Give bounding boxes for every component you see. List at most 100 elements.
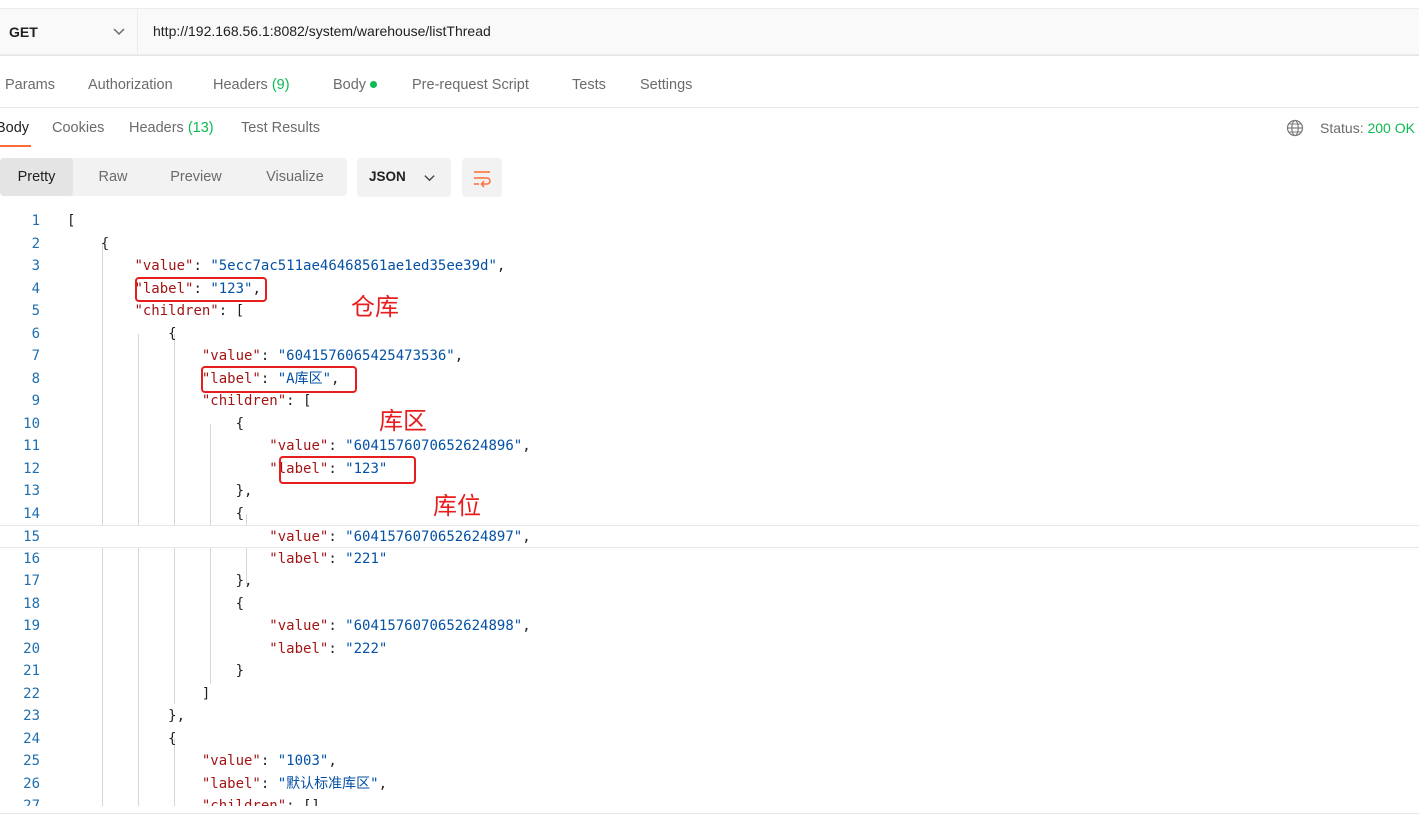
method-select[interactable]: GET [0,8,138,55]
request-tabs: Params Authorization Headers (9) Body Pr… [0,64,1419,108]
line-number: 14 [23,505,40,522]
status-value: 200 OK [1367,120,1415,136]
json-value: "5ecc7ac511ae46468561ae1ed35ee39d" [210,258,497,274]
code-line: 11 "value": "6041576070652624896", [0,435,1419,458]
json-value: "1003" [277,753,329,769]
line-number: 19 [23,618,40,634]
wrap-lines-button[interactable] [462,158,502,197]
code-text: "value": "6041576070652624897", [269,529,531,545]
tab-headers-label: Headers [213,77,268,93]
tab-settings-label: Settings [640,77,693,93]
response-tab-test-results[interactable]: Test Results [241,120,320,136]
tab-body[interactable]: Body [333,77,378,93]
code-text: ] [67,685,211,702]
chevron-down-icon [113,28,125,36]
json-value: "6041576070652624897" [345,529,523,545]
line-number: 11 [23,438,40,454]
code-line: 12 "label": "123" [0,458,1419,481]
json-key: "label" [269,550,329,567]
tab-params[interactable]: Params [5,77,55,93]
line-number: 25 [23,753,40,769]
chevron-down-icon [424,175,435,182]
response-tab-headers[interactable]: Headers (13) [129,120,214,136]
response-tab-headers-label: Headers [129,120,184,136]
status-label: Status: [1320,120,1364,136]
code-line: 25 "value": "1003", [0,750,1419,773]
code-text: { [67,505,245,522]
annotation-zone: 库区 [379,407,427,435]
code-text: "children": [ [201,393,312,409]
annotation-box-warehouse [135,277,267,302]
response-status[interactable]: Status: 200 OK [1320,120,1415,136]
code-text: "children": [ [134,303,245,319]
code-text: "value": "1003", [201,753,337,769]
view-pretty-button[interactable]: Pretty [0,158,73,196]
code-line: 19 "value": "6041576070652624898", [0,615,1419,638]
code-text: "value": "6041576070652624898", [269,618,531,634]
json-key: "label" [201,775,261,792]
line-number: 15 [23,529,40,545]
code-text: { [67,325,177,342]
line-number: 5 [31,303,40,319]
code-line: 27 "children": [] [0,795,1419,806]
code-text: { [67,235,110,252]
code-line: 3 "value": "5ecc7ac511ae46468561ae1ed35e… [0,255,1419,278]
code-line: 14 { [0,503,1419,526]
code-line: 1[ [0,210,1419,233]
json-bracket: [ [303,393,312,409]
wrap-lines-icon [474,171,491,188]
code-text: "value": "6041576070652624896", [269,438,531,454]
code-line: 6 { [0,323,1419,346]
code-text: "value": "5ecc7ac511ae46468561ae1ed35ee3… [134,258,506,274]
annotation-box-location [279,456,416,484]
line-number: 21 [23,663,40,679]
code-line: 5 "children": [ [0,300,1419,323]
json-bracket: [ [235,303,245,319]
view-visualize-button[interactable]: Visualize [250,158,340,196]
code-line: 2 { [0,233,1419,256]
json-key: "value" [201,753,261,769]
code-text: "label": "221" [269,550,388,567]
globe-icon[interactable] [1286,119,1304,137]
view-mode-group: Pretty Raw Preview Visualize [0,158,347,196]
code-text: "label": "222" [269,640,388,657]
line-number: 17 [23,573,40,589]
code-text: }, [67,708,186,724]
line-number: 27 [23,798,40,806]
line-number: 13 [23,483,40,499]
json-key: "value" [201,348,261,364]
code-text: { [67,730,177,747]
json-key: "value" [134,258,194,274]
line-number: 2 [31,235,40,252]
json-value: "221" [345,550,388,567]
tab-settings[interactable]: Settings [640,77,692,93]
json-value: "6041576065425473536" [277,348,455,364]
code-text: "value": "6041576065425473536", [201,348,464,364]
url-input[interactable]: http://192.168.56.1:8082/system/warehous… [138,8,1419,55]
json-key: "value" [269,529,329,545]
line-number: 1 [31,213,40,229]
line-number: 24 [23,730,40,747]
code-line: 15 "value": "6041576070652624897", [0,525,1419,548]
code-line: 7 "value": "6041576065425473536", [0,345,1419,368]
tab-pre-request-script[interactable]: Pre-request Script [412,77,529,93]
json-key: "value" [269,618,329,634]
json-value: "6041576070652624898" [345,618,523,634]
json-key: "children" [134,303,219,319]
view-preview-button[interactable]: Preview [156,158,236,196]
json-key: "value" [269,438,329,454]
view-raw-button[interactable]: Raw [80,158,146,196]
active-tab-underline [0,145,31,147]
tab-headers[interactable]: Headers (9) [213,77,290,93]
code-text: { [67,595,245,612]
response-tab-cookies[interactable]: Cookies [52,120,104,136]
code-text: } [67,663,245,679]
code-text: }, [67,573,253,589]
annotation-warehouse: 仓库 [351,293,399,321]
response-tab-body[interactable]: Body [0,120,29,136]
tab-tests[interactable]: Tests [572,77,606,93]
code-text: "children": [] [67,795,320,806]
url-text: http://192.168.56.1:8082/system/warehous… [153,23,491,39]
tab-authorization[interactable]: Authorization [88,77,173,93]
format-select[interactable]: JSON [357,158,451,197]
